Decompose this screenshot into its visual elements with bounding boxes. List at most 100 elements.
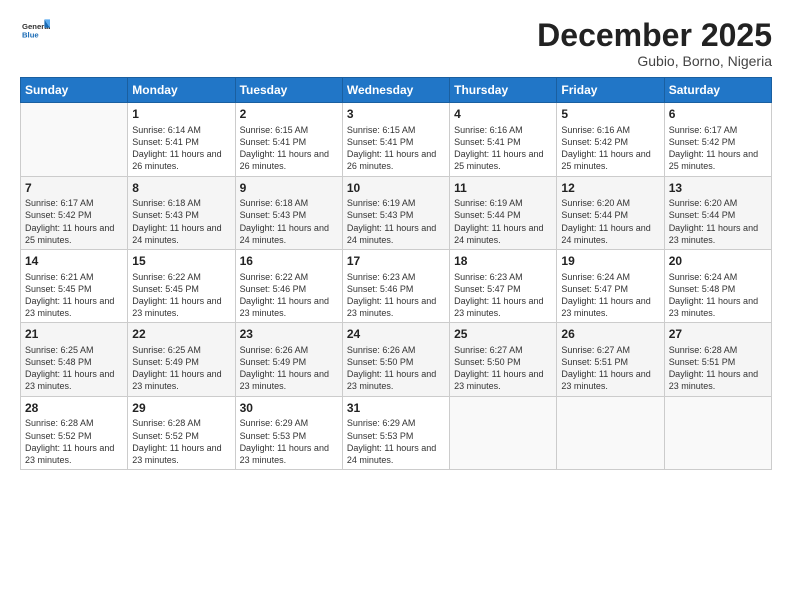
day-number: 12 [561, 180, 659, 197]
day-number: 29 [132, 400, 230, 417]
cell-info: Sunrise: 6:22 AM Sunset: 5:45 PM Dayligh… [132, 271, 230, 320]
cell-info: Sunrise: 6:28 AM Sunset: 5:51 PM Dayligh… [669, 344, 767, 393]
day-number: 18 [454, 253, 552, 270]
cell-info: Sunrise: 6:20 AM Sunset: 5:44 PM Dayligh… [561, 197, 659, 246]
cell-info: Sunrise: 6:24 AM Sunset: 5:48 PM Dayligh… [669, 271, 767, 320]
day-number: 30 [240, 400, 338, 417]
cell-info: Sunrise: 6:15 AM Sunset: 5:41 PM Dayligh… [347, 124, 445, 173]
cell-info: Sunrise: 6:14 AM Sunset: 5:41 PM Dayligh… [132, 124, 230, 173]
calendar-cell: 15Sunrise: 6:22 AM Sunset: 5:45 PM Dayli… [128, 249, 235, 322]
day-number: 10 [347, 180, 445, 197]
day-number: 24 [347, 326, 445, 343]
calendar-cell: 1Sunrise: 6:14 AM Sunset: 5:41 PM Daylig… [128, 103, 235, 176]
calendar-cell: 30Sunrise: 6:29 AM Sunset: 5:53 PM Dayli… [235, 396, 342, 469]
calendar-week-row: 21Sunrise: 6:25 AM Sunset: 5:48 PM Dayli… [21, 323, 772, 396]
calendar-cell: 18Sunrise: 6:23 AM Sunset: 5:47 PM Dayli… [450, 249, 557, 322]
cell-info: Sunrise: 6:17 AM Sunset: 5:42 PM Dayligh… [669, 124, 767, 173]
cell-info: Sunrise: 6:22 AM Sunset: 5:46 PM Dayligh… [240, 271, 338, 320]
cell-info: Sunrise: 6:28 AM Sunset: 5:52 PM Dayligh… [25, 417, 123, 466]
day-number: 23 [240, 326, 338, 343]
calendar-cell: 19Sunrise: 6:24 AM Sunset: 5:47 PM Dayli… [557, 249, 664, 322]
calendar-cell: 27Sunrise: 6:28 AM Sunset: 5:51 PM Dayli… [664, 323, 771, 396]
day-number: 15 [132, 253, 230, 270]
calendar-cell: 8Sunrise: 6:18 AM Sunset: 5:43 PM Daylig… [128, 176, 235, 249]
day-number: 26 [561, 326, 659, 343]
day-number: 5 [561, 106, 659, 123]
day-number: 9 [240, 180, 338, 197]
month-title: December 2025 [537, 18, 772, 53]
calendar-table: Sunday Monday Tuesday Wednesday Thursday… [20, 77, 772, 470]
day-number: 27 [669, 326, 767, 343]
cell-info: Sunrise: 6:23 AM Sunset: 5:46 PM Dayligh… [347, 271, 445, 320]
cell-info: Sunrise: 6:29 AM Sunset: 5:53 PM Dayligh… [240, 417, 338, 466]
day-number: 7 [25, 180, 123, 197]
calendar-cell: 22Sunrise: 6:25 AM Sunset: 5:49 PM Dayli… [128, 323, 235, 396]
day-number: 2 [240, 106, 338, 123]
calendar-cell [21, 103, 128, 176]
svg-text:Blue: Blue [22, 31, 39, 40]
calendar-cell: 2Sunrise: 6:15 AM Sunset: 5:41 PM Daylig… [235, 103, 342, 176]
calendar-cell: 3Sunrise: 6:15 AM Sunset: 5:41 PM Daylig… [342, 103, 449, 176]
cell-info: Sunrise: 6:16 AM Sunset: 5:41 PM Dayligh… [454, 124, 552, 173]
cell-info: Sunrise: 6:29 AM Sunset: 5:53 PM Dayligh… [347, 417, 445, 466]
cell-info: Sunrise: 6:24 AM Sunset: 5:47 PM Dayligh… [561, 271, 659, 320]
calendar-cell: 16Sunrise: 6:22 AM Sunset: 5:46 PM Dayli… [235, 249, 342, 322]
cell-info: Sunrise: 6:18 AM Sunset: 5:43 PM Dayligh… [132, 197, 230, 246]
cell-info: Sunrise: 6:26 AM Sunset: 5:49 PM Dayligh… [240, 344, 338, 393]
col-monday: Monday [128, 78, 235, 103]
col-tuesday: Tuesday [235, 78, 342, 103]
calendar-cell: 24Sunrise: 6:26 AM Sunset: 5:50 PM Dayli… [342, 323, 449, 396]
cell-info: Sunrise: 6:28 AM Sunset: 5:52 PM Dayligh… [132, 417, 230, 466]
header: General Blue December 2025 Gubio, Borno,… [20, 18, 772, 69]
cell-info: Sunrise: 6:23 AM Sunset: 5:47 PM Dayligh… [454, 271, 552, 320]
col-friday: Friday [557, 78, 664, 103]
calendar-cell: 13Sunrise: 6:20 AM Sunset: 5:44 PM Dayli… [664, 176, 771, 249]
cell-info: Sunrise: 6:26 AM Sunset: 5:50 PM Dayligh… [347, 344, 445, 393]
calendar-cell: 29Sunrise: 6:28 AM Sunset: 5:52 PM Dayli… [128, 396, 235, 469]
col-thursday: Thursday [450, 78, 557, 103]
calendar-week-row: 28Sunrise: 6:28 AM Sunset: 5:52 PM Dayli… [21, 396, 772, 469]
calendar-cell [664, 396, 771, 469]
logo: General Blue [20, 18, 50, 46]
calendar-cell: 6Sunrise: 6:17 AM Sunset: 5:42 PM Daylig… [664, 103, 771, 176]
day-number: 19 [561, 253, 659, 270]
day-number: 14 [25, 253, 123, 270]
calendar-header-row: Sunday Monday Tuesday Wednesday Thursday… [21, 78, 772, 103]
location-subtitle: Gubio, Borno, Nigeria [537, 53, 772, 69]
calendar-week-row: 1Sunrise: 6:14 AM Sunset: 5:41 PM Daylig… [21, 103, 772, 176]
calendar-cell: 11Sunrise: 6:19 AM Sunset: 5:44 PM Dayli… [450, 176, 557, 249]
cell-info: Sunrise: 6:16 AM Sunset: 5:42 PM Dayligh… [561, 124, 659, 173]
cell-info: Sunrise: 6:19 AM Sunset: 5:44 PM Dayligh… [454, 197, 552, 246]
cell-info: Sunrise: 6:25 AM Sunset: 5:48 PM Dayligh… [25, 344, 123, 393]
day-number: 22 [132, 326, 230, 343]
day-number: 13 [669, 180, 767, 197]
title-block: December 2025 Gubio, Borno, Nigeria [537, 18, 772, 69]
day-number: 17 [347, 253, 445, 270]
logo-icon: General Blue [22, 18, 50, 46]
cell-info: Sunrise: 6:27 AM Sunset: 5:51 PM Dayligh… [561, 344, 659, 393]
page: General Blue December 2025 Gubio, Borno,… [0, 0, 792, 612]
cell-info: Sunrise: 6:27 AM Sunset: 5:50 PM Dayligh… [454, 344, 552, 393]
cell-info: Sunrise: 6:15 AM Sunset: 5:41 PM Dayligh… [240, 124, 338, 173]
day-number: 3 [347, 106, 445, 123]
col-saturday: Saturday [664, 78, 771, 103]
day-number: 20 [669, 253, 767, 270]
day-number: 6 [669, 106, 767, 123]
day-number: 1 [132, 106, 230, 123]
day-number: 28 [25, 400, 123, 417]
calendar-cell: 25Sunrise: 6:27 AM Sunset: 5:50 PM Dayli… [450, 323, 557, 396]
calendar-cell: 14Sunrise: 6:21 AM Sunset: 5:45 PM Dayli… [21, 249, 128, 322]
day-number: 4 [454, 106, 552, 123]
cell-info: Sunrise: 6:20 AM Sunset: 5:44 PM Dayligh… [669, 197, 767, 246]
calendar-cell [450, 396, 557, 469]
day-number: 21 [25, 326, 123, 343]
calendar-cell: 31Sunrise: 6:29 AM Sunset: 5:53 PM Dayli… [342, 396, 449, 469]
calendar-cell: 5Sunrise: 6:16 AM Sunset: 5:42 PM Daylig… [557, 103, 664, 176]
calendar-cell: 26Sunrise: 6:27 AM Sunset: 5:51 PM Dayli… [557, 323, 664, 396]
calendar-cell: 20Sunrise: 6:24 AM Sunset: 5:48 PM Dayli… [664, 249, 771, 322]
calendar-cell [557, 396, 664, 469]
calendar-cell: 9Sunrise: 6:18 AM Sunset: 5:43 PM Daylig… [235, 176, 342, 249]
calendar-cell: 7Sunrise: 6:17 AM Sunset: 5:42 PM Daylig… [21, 176, 128, 249]
cell-info: Sunrise: 6:19 AM Sunset: 5:43 PM Dayligh… [347, 197, 445, 246]
calendar-cell: 28Sunrise: 6:28 AM Sunset: 5:52 PM Dayli… [21, 396, 128, 469]
